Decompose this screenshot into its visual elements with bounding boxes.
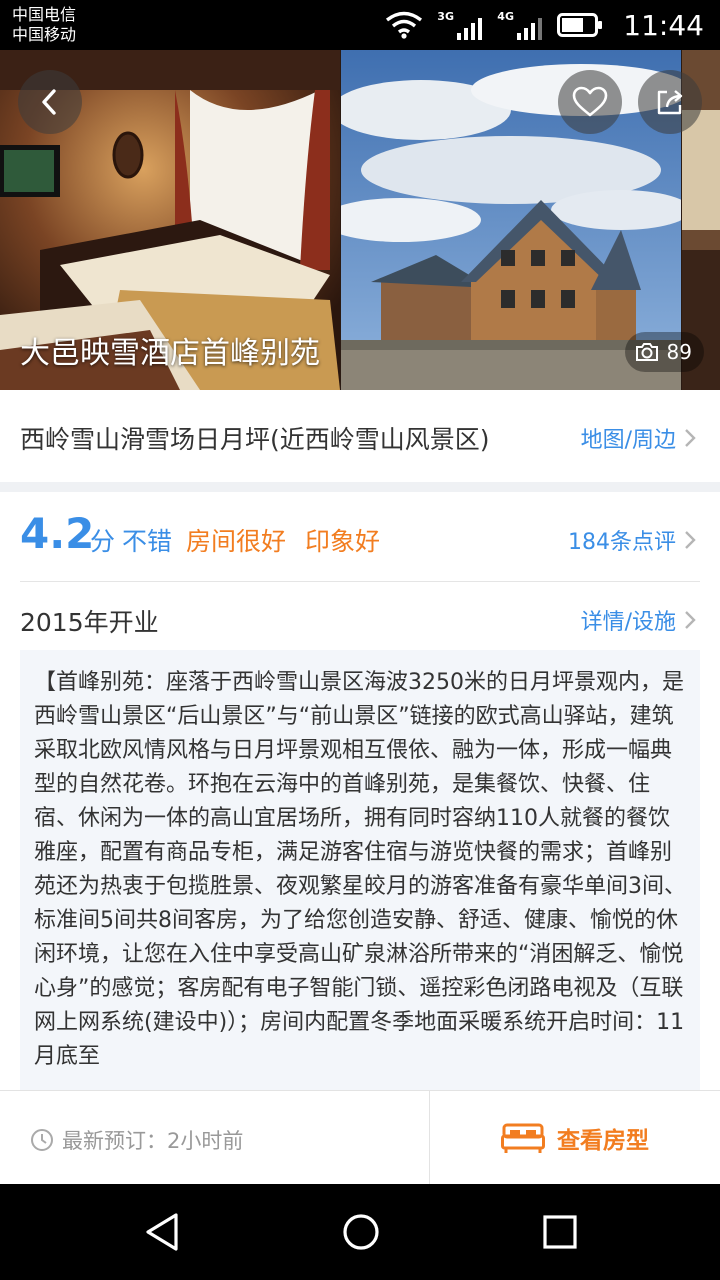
details-facilities-link[interactable]: 详情/设施 [581,604,696,636]
circle-home-icon [343,1214,379,1250]
carrier-2: 中国移动 [12,25,77,44]
reviews-link[interactable]: 184条点评 [568,524,696,556]
details-facilities-label: 详情/设施 [580,610,676,635]
rating-score: 4.2 [20,509,95,558]
carrier-1: 中国电信 [12,5,77,24]
heart-icon [572,86,608,117]
bottom-action-bar: 最新预订：2小时前 查看房型 [0,1090,720,1185]
hotel-address: 西岭雪山滑雪场日月坪(近西岭雪山风景区) [20,425,490,454]
network-label-2: 4G [497,10,514,23]
latest-booking: 最新预订：2小时前 [30,1125,243,1155]
clock: 11:44 [623,8,704,42]
status-bar: 中国电信 中国移动 3G 4G 11:44 [0,0,720,50]
divider [20,581,700,582]
carrier-info: 中国电信 中国移动 [12,5,76,45]
chevron-right-icon [685,429,696,447]
map-nearby-link[interactable]: 地图/周边 [581,422,696,454]
chevron-right-icon [685,531,696,549]
battery-icon [557,13,603,37]
share-icon [657,90,683,115]
triangle-back-icon [146,1213,178,1251]
system-navigation-bar [0,1184,720,1280]
signal-3g: 3G [437,10,483,40]
back-button[interactable] [18,70,82,134]
signal-bars-icon [457,18,483,40]
rating-word: 不错 [122,527,173,556]
hotel-detail-screen: 中国电信 中国移动 3G 4G 11:44 大邑映雪酒店首峰别苑 89 西岭雪山… [0,0,720,1280]
hotel-description-box[interactable]: 【首峰别苑：座落于西岭雪山景区海波3250米的日月坪景观内，是西岭雪山景区“后山… [20,650,700,1090]
view-room-types-label: 查看房型 [557,1128,649,1154]
opening-year: 2015年开业 [20,608,159,637]
rating-tag-room: 房间很好 [186,527,287,556]
share-button[interactable] [638,70,702,134]
reviews-count: 184条点评 [568,530,676,555]
photo-count: 89 [666,340,692,364]
rating-unit: 分 [90,527,116,556]
location-row: 西岭雪山滑雪场日月坪(近西岭雪山风景区) 地图/周边 [0,390,720,482]
favorite-button[interactable] [558,70,622,134]
hotel-photo-gallery[interactable]: 大邑映雪酒店首峰别苑 89 [0,50,720,390]
rating-tag-impression: 印象好 [305,527,381,556]
status-icons: 3G 4G 11:44 [385,0,704,50]
rating-row[interactable]: 4.2 分 不错 房间很好 印象好 184条点评 [0,492,720,582]
nav-recent-apps-button[interactable] [540,1212,580,1252]
nav-home-button[interactable] [341,1212,381,1252]
latest-booking-text: 最新预订：2小时前 [62,1129,244,1153]
camera-icon [635,343,658,361]
back-arrow-icon [42,89,56,115]
view-room-types-button[interactable]: 查看房型 [430,1091,720,1185]
nav-back-button[interactable] [142,1212,182,1252]
wifi-icon [386,11,423,39]
photo-count-badge[interactable]: 89 [624,332,704,372]
hotel-name: 大邑映雪酒店首峰别苑 [20,336,320,371]
section-separator [0,482,720,492]
signal-bars-icon [517,18,543,40]
map-nearby-label: 地图/周边 [580,428,676,453]
clock-icon [31,1129,53,1151]
hotel-description: 【首峰别苑：座落于西岭雪山景区海波3250米的日月坪景观内，是西岭雪山景区“后山… [34,670,686,1069]
square-recents-icon [543,1215,577,1249]
chevron-right-icon [685,611,696,629]
bed-icon [501,1123,545,1153]
signal-4g: 4G [497,10,543,40]
network-label-1: 3G [437,10,454,23]
